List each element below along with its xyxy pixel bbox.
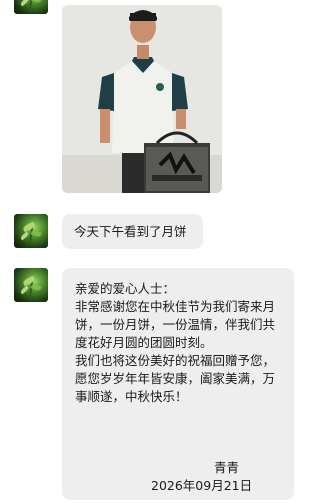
letter-line: 事顺遂，中秋快乐！ bbox=[75, 389, 188, 404]
message-bubble[interactable]: 今天下午看到了月饼 bbox=[62, 214, 203, 249]
letter-signature: 青青 bbox=[214, 460, 240, 475]
letter-line: 非常感谢您在中秋佳节为我们寄来月 bbox=[75, 299, 276, 314]
photo-message[interactable] bbox=[62, 5, 222, 193]
letter-message-bubble[interactable]: 亲爱的爱心人士： 非常感谢您在中秋佳节为我们寄来月 饼，一份月饼，一份温情，伴我… bbox=[62, 268, 294, 500]
photo-image bbox=[62, 5, 222, 193]
sender-avatar[interactable] bbox=[14, 214, 48, 248]
letter-line: 亲爱的爱心人士： bbox=[75, 281, 176, 296]
message-text: 今天下午看到了月饼 bbox=[74, 224, 187, 239]
letter-line: 度花好月圆的团圆时刻。 bbox=[75, 335, 213, 350]
sender-avatar[interactable] bbox=[14, 268, 48, 302]
letter-date: 2026年09月21日 bbox=[151, 478, 253, 493]
sender-avatar[interactable] bbox=[14, 0, 48, 14]
letter-line: 愿您岁岁年年皆安康，阖家美满，万 bbox=[75, 371, 276, 386]
letter-line: 饼，一份月饼，一份温情，伴我们共 bbox=[75, 317, 276, 332]
letter-line: 我们也将这份美好的祝福回赠予您， bbox=[75, 353, 276, 368]
